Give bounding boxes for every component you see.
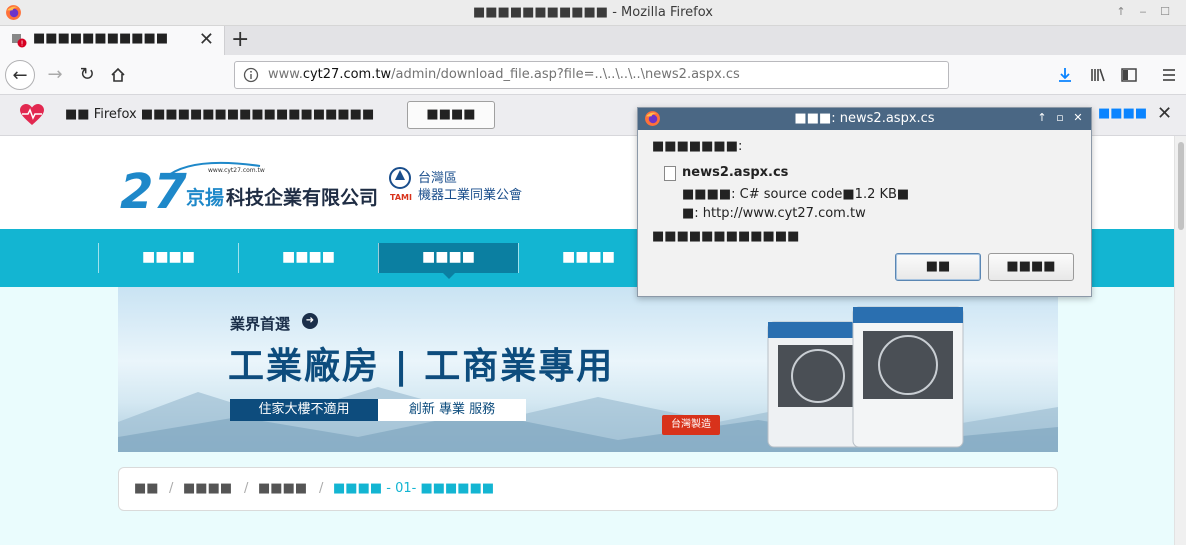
new-tab-button[interactable]: + — [231, 27, 249, 52]
library-icon[interactable] — [1089, 66, 1107, 84]
notification-link[interactable]: ■■■■ — [1098, 106, 1147, 121]
maximize-icon[interactable]: ‒ — [1134, 3, 1152, 21]
svg-text:TAMI: TAMI — [390, 193, 412, 202]
download-dialog: ■■■: news2.aspx.cs ↑ ▫ ✕ ■■■■■■■: news2.… — [637, 107, 1092, 297]
breadcrumb: ■■ / ■■■■ / ■■■■ / ■■■■ - 01- ■■■■■■ — [118, 467, 1058, 511]
breadcrumb-item-3[interactable]: ■■■■ — [258, 481, 307, 496]
scrollbar-thumb[interactable] — [1178, 142, 1184, 230]
heart-pulse-icon — [20, 104, 44, 125]
svg-text:機器工業同業公會: 機器工業同業公會 — [418, 187, 522, 203]
hamburger-menu-icon[interactable] — [1160, 66, 1178, 84]
notification-text: ■■ Firefox ■■■■■■■■■■■■■■■■■■■ — [65, 107, 375, 122]
site-info-icon — [243, 67, 259, 83]
banner-subtitle-left: 住家大樓不適用 — [230, 399, 378, 421]
download-icon[interactable] — [1056, 66, 1074, 84]
dialog-label: ■■■■■■■: — [652, 139, 743, 154]
notification-close-icon[interactable]: ✕ — [1157, 103, 1172, 124]
ok-button[interactable]: ■■ — [895, 253, 981, 281]
arrow-right-icon: → — [47, 64, 63, 85]
url-bar[interactable]: www.cyt27.com.tw/admin/download_file.asp… — [234, 61, 949, 89]
reload-button[interactable]: ↻ — [72, 60, 102, 90]
hero-banner[interactable]: 業界首選 ➜ 工業廠房 | 工商業專用 住家大樓不適用 創新 專業 服務 台灣製… — [118, 287, 1058, 452]
made-in-taiwan-badge: 台灣製造 — [662, 415, 720, 435]
reload-icon: ↻ — [79, 64, 95, 85]
dialog-minimize-icon[interactable]: ↑ — [1035, 111, 1049, 125]
dialog-close-icon[interactable]: ✕ — [1071, 111, 1085, 125]
home-button[interactable] — [103, 60, 133, 90]
tab-close-icon[interactable]: ✕ — [199, 29, 214, 50]
breadcrumb-item-home[interactable]: ■■ — [134, 481, 159, 496]
site-favicon-icon: ! — [12, 34, 27, 48]
window-titlebar: ■■■■■■■■■■■ - Mozilla Firefox ↑ ‒ ☐ — [0, 0, 1186, 26]
dialog-question: ■■■■■■■■■■■■ — [652, 229, 800, 244]
file-source: ■: http://www.cyt27.com.tw — [682, 206, 866, 221]
dialog-maximize-icon[interactable]: ▫ — [1053, 111, 1067, 125]
navigation-toolbar: ← → ↻ www.cyt27.com.tw/admin/download_fi… — [0, 55, 1186, 95]
breadcrumb-separator: / — [169, 481, 174, 496]
svg-text:台灣區: 台灣區 — [418, 171, 457, 186]
tab-title: ■■■■■■■■■■■ — [33, 31, 169, 46]
window-close-icon[interactable]: ☐ — [1156, 3, 1174, 21]
file-icon — [664, 166, 676, 181]
company-logo[interactable]: 27 www.cyt27.com.tw 京揚 科技企業有限公司 — [120, 158, 390, 218]
breadcrumb-item-2[interactable]: ■■■■ — [183, 481, 232, 496]
tab-active[interactable]: ! ■■■■■■■■■■■ ✕ — [0, 26, 225, 55]
menu-item-2[interactable]: ■■■■ — [238, 243, 378, 273]
file-type: ■■■■: C# source code■1.2 KB■ — [682, 187, 910, 202]
home-icon — [111, 67, 125, 82]
svg-text:27: 27 — [120, 164, 187, 218]
notification-button[interactable]: ■■■■ — [407, 101, 495, 129]
menu-item-3[interactable]: ■■■■ — [378, 243, 518, 279]
arrow-left-icon: ← — [12, 65, 28, 86]
back-button[interactable]: ← — [5, 60, 35, 90]
tami-association-logo: TAMI 台灣區 機器工業同業公會 — [389, 167, 522, 203]
arrow-right-circle-icon: ➜ — [302, 313, 318, 329]
cancel-button[interactable]: ■■■■ — [988, 253, 1074, 281]
breadcrumb-separator: / — [244, 481, 249, 496]
sidebar-icon[interactable] — [1120, 66, 1138, 84]
banner-subtitle-right: 創新 專業 服務 — [378, 399, 526, 421]
breadcrumb-separator: / — [319, 481, 324, 496]
file-name: news2.aspx.cs — [682, 165, 789, 180]
breadcrumb-current: ■■■■ - 01- ■■■■■■ — [333, 481, 495, 496]
dialog-title: ■■■: news2.aspx.cs — [794, 111, 935, 126]
svg-text:京揚: 京揚 — [186, 186, 224, 209]
svg-text:科技企業有限公司: 科技企業有限公司 — [226, 186, 378, 209]
svg-text:!: ! — [21, 40, 24, 48]
page-scrollbar[interactable] — [1174, 136, 1186, 545]
url-text: www.cyt27.com.tw/admin/download_file.asp… — [268, 67, 740, 82]
banner-tagline: 業界首選 — [230, 315, 291, 333]
dialog-titlebar: ■■■: news2.aspx.cs ↑ ▫ ✕ — [638, 108, 1091, 130]
svg-text:www.cyt27.com.tw: www.cyt27.com.tw — [208, 167, 265, 174]
banner-headline: 工業廠房 | 工商業專用 — [228, 346, 615, 387]
air-cooler-product-image — [767, 306, 964, 448]
minimize-icon[interactable]: ↑ — [1112, 3, 1130, 21]
window-title: ■■■■■■■■■■■ - Mozilla Firefox — [472, 5, 714, 20]
tab-strip: ! ■■■■■■■■■■■ ✕ + — [0, 26, 1186, 55]
menu-item-1[interactable]: ■■■■ — [98, 243, 238, 273]
forward-button[interactable]: → — [40, 60, 70, 90]
